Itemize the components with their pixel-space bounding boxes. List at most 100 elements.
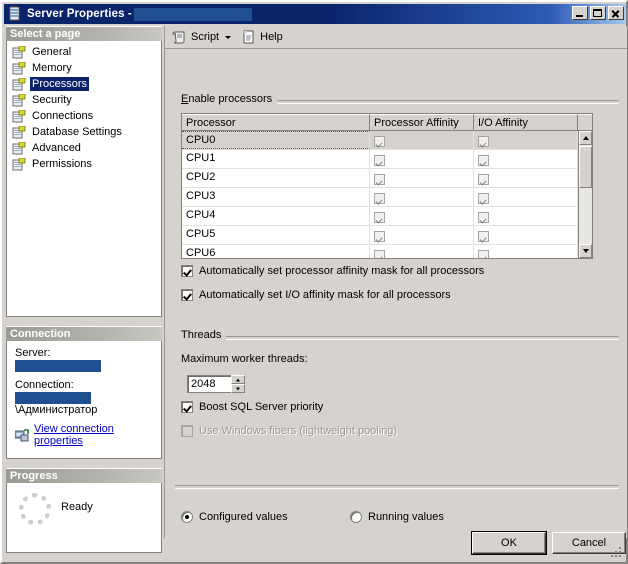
view-connection-properties-link[interactable]: View connection properties	[34, 423, 155, 447]
io-affinity-checkbox[interactable]	[478, 136, 489, 147]
cell-io-affinity[interactable]	[474, 245, 578, 259]
processor-affinity-checkbox[interactable]	[374, 212, 385, 223]
auto-io-affinity-label: Automatically set I/O affinity mask for …	[199, 289, 451, 301]
close-button[interactable]	[608, 6, 624, 20]
sidebar-item-connections[interactable]: Connections	[7, 108, 161, 124]
sidebar-item-processors[interactable]: Processors	[7, 76, 161, 92]
cell-processor-affinity[interactable]	[370, 150, 474, 168]
cell-io-affinity[interactable]	[474, 188, 578, 206]
auto-io-affinity-row[interactable]: Automatically set I/O affinity mask for …	[181, 289, 451, 301]
page-icon	[12, 46, 26, 59]
sidebar-item-label: Advanced	[30, 141, 83, 155]
table-row[interactable]: CPU0	[182, 131, 592, 150]
table-row[interactable]: CPU2	[182, 169, 592, 188]
running-values-radio[interactable]	[350, 511, 362, 523]
sidebar-item-label: Security	[30, 93, 74, 107]
cell-processor-affinity[interactable]	[370, 131, 474, 149]
io-affinity-checkbox[interactable]	[478, 174, 489, 185]
sidebar-item-permissions[interactable]: Permissions	[7, 156, 161, 172]
io-affinity-checkbox[interactable]	[478, 193, 489, 204]
processor-affinity-checkbox[interactable]	[374, 193, 385, 204]
sidebar-item-label: Processors	[30, 77, 89, 91]
processor-affinity-checkbox[interactable]	[374, 250, 385, 260]
io-affinity-checkbox[interactable]	[478, 212, 489, 223]
grid-header-io-affinity[interactable]: I/O Affinity	[474, 114, 578, 131]
cell-io-affinity[interactable]	[474, 150, 578, 168]
help-button[interactable]: Help	[238, 28, 286, 46]
table-row[interactable]: CPU6	[182, 245, 592, 259]
sidebar-item-label: Connections	[30, 109, 95, 123]
table-row[interactable]: CPU4	[182, 207, 592, 226]
grid-header-processor[interactable]: Processor	[182, 114, 370, 131]
cell-io-affinity[interactable]	[474, 207, 578, 225]
group-rule	[181, 336, 619, 340]
cell-processor-affinity[interactable]	[370, 188, 474, 206]
maximize-button[interactable]	[590, 6, 606, 20]
scrollbar-thumb[interactable]	[579, 146, 592, 188]
max-worker-threads-stepper[interactable]: 2048	[187, 375, 245, 393]
use-fibers-row: Use Windows fibers (lightweight pooling)	[181, 425, 397, 437]
processor-affinity-checkbox[interactable]	[374, 174, 385, 185]
right-pane: Script Help En	[164, 26, 627, 538]
cell-io-affinity[interactable]	[474, 131, 578, 149]
script-icon	[172, 29, 188, 45]
stepper-up-button[interactable]	[231, 375, 245, 384]
processor-affinity-checkbox[interactable]	[374, 136, 385, 147]
chevron-down-icon[interactable]	[225, 36, 231, 39]
auto-io-affinity-checkbox[interactable]	[181, 289, 193, 301]
enable-processors-title-rest: nable processors	[188, 93, 272, 105]
running-values-row[interactable]: Running values	[350, 511, 444, 523]
scroll-up-button[interactable]	[579, 131, 592, 145]
resize-grip[interactable]	[609, 545, 621, 557]
page-icon	[12, 110, 26, 123]
boost-priority-checkbox[interactable]	[181, 401, 193, 413]
select-a-page-header: Select a page	[6, 26, 162, 41]
boost-priority-row[interactable]: Boost SQL Server priority	[181, 401, 323, 413]
io-affinity-checkbox[interactable]	[478, 155, 489, 166]
grid-vertical-scrollbar[interactable]	[578, 131, 592, 258]
sidebar-item-memory[interactable]: Memory	[7, 60, 161, 76]
processor-affinity-checkbox[interactable]	[374, 155, 385, 166]
use-fibers-label: Use Windows fibers (lightweight pooling)	[199, 425, 397, 437]
ok-button[interactable]: OK	[472, 532, 546, 554]
processor-affinity-checkbox[interactable]	[374, 231, 385, 242]
scroll-down-button[interactable]	[579, 244, 592, 258]
stepper-down-button[interactable]	[231, 384, 245, 393]
auto-processor-affinity-label: Automatically set processor affinity mas…	[199, 265, 484, 277]
progress-header: Progress	[6, 468, 162, 483]
cell-processor-affinity[interactable]	[370, 207, 474, 225]
sidebar-item-database-settings[interactable]: Database Settings	[7, 124, 161, 140]
table-row[interactable]: CPU3	[182, 188, 592, 207]
cell-processor-affinity[interactable]	[370, 226, 474, 244]
sidebar-item-advanced[interactable]: Advanced	[7, 140, 161, 156]
cell-io-affinity[interactable]	[474, 169, 578, 187]
io-affinity-checkbox[interactable]	[478, 231, 489, 242]
io-affinity-checkbox[interactable]	[478, 250, 489, 260]
table-row[interactable]: CPU5	[182, 226, 592, 245]
configured-values-radio[interactable]	[181, 511, 193, 523]
configured-values-row[interactable]: Configured values	[181, 511, 288, 523]
auto-processor-affinity-row[interactable]: Automatically set processor affinity mas…	[181, 265, 484, 277]
use-fibers-checkbox	[181, 425, 193, 437]
max-worker-threads-input[interactable]: 2048	[187, 375, 231, 393]
enable-processors-group: Enable processors	[181, 93, 619, 105]
arrow-up-icon	[583, 136, 589, 140]
sidebar-item-label: Permissions	[30, 157, 94, 171]
max-worker-threads-label: Maximum worker threads:	[181, 353, 308, 365]
cell-io-affinity[interactable]	[474, 226, 578, 244]
cell-processor-affinity[interactable]	[370, 245, 474, 259]
processor-grid[interactable]: Processor Processor Affinity I/O Affinit…	[181, 113, 593, 259]
stepper-buttons[interactable]	[231, 375, 245, 393]
view-connection-properties-row[interactable]: View connection properties	[15, 423, 155, 447]
table-row[interactable]: CPU1	[182, 150, 592, 169]
grid-header-processor-affinity[interactable]: Processor Affinity	[370, 114, 474, 131]
minimize-button[interactable]	[572, 6, 588, 20]
cell-processor-affinity[interactable]	[370, 169, 474, 187]
auto-processor-affinity-checkbox[interactable]	[181, 265, 193, 277]
toolbar: Script Help	[165, 26, 627, 49]
sidebar-item-security[interactable]: Security	[7, 92, 161, 108]
script-button[interactable]: Script	[169, 28, 236, 46]
bottom-divider	[175, 485, 619, 489]
sidebar-item-general[interactable]: General	[7, 44, 161, 60]
cell-processor: CPU2	[182, 169, 370, 187]
